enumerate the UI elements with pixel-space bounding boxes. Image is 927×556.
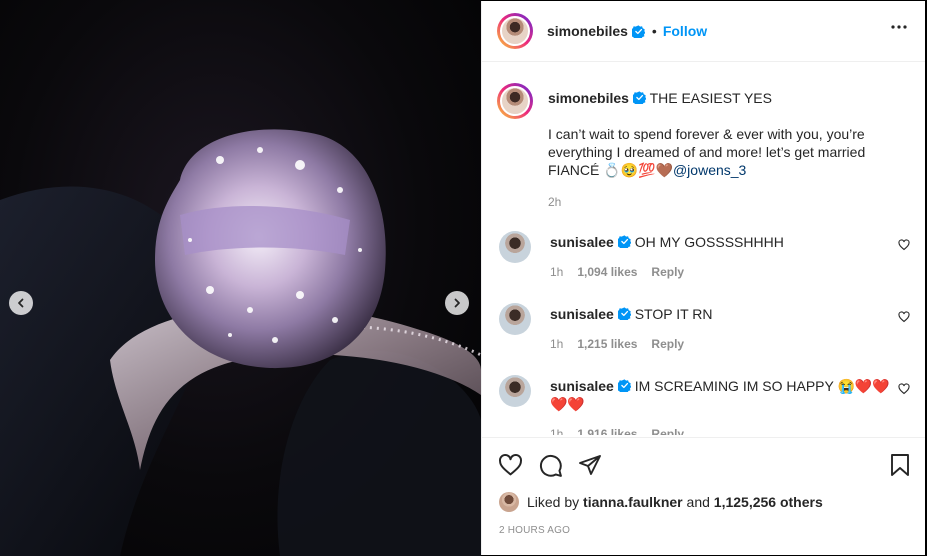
comment-username[interactable]: sunisalee — [550, 378, 614, 394]
comment-likes[interactable]: 1,094 likes — [577, 263, 637, 281]
previous-photo-button[interactable] — [9, 291, 33, 315]
reply-button[interactable]: Reply — [651, 425, 684, 435]
bookmark-icon[interactable] — [889, 453, 911, 477]
caption-username[interactable]: simonebiles — [548, 90, 629, 106]
verified-icon — [617, 307, 631, 320]
comment-likes[interactable]: 1,916 likes — [577, 425, 637, 435]
post-header: simonebiles • Follow — [482, 1, 925, 62]
caption-headline: THE EASIEST YES — [649, 90, 772, 106]
post-actions: Liked by tianna.faulkner and 1,125,256 o… — [482, 437, 925, 555]
liker-avatar[interactable] — [499, 492, 519, 512]
comment-item: sunisalee IM SCREAMING IM SO HAPPY 😭❤️❤️… — [497, 373, 912, 435]
author-username[interactable]: simonebiles — [547, 23, 628, 39]
next-photo-button[interactable] — [445, 291, 469, 315]
comment-time[interactable]: 1h — [550, 263, 563, 281]
author-avatar[interactable] — [497, 13, 533, 49]
post-timestamp[interactable]: 2 HOURS AGO — [499, 525, 570, 536]
ring-photo — [0, 129, 481, 556]
caption-time[interactable]: 2h — [548, 193, 561, 211]
follow-button[interactable]: Follow — [663, 23, 707, 39]
liked-by-and: and — [686, 494, 710, 510]
verified-icon — [617, 379, 631, 392]
commenter-avatar[interactable] — [499, 303, 531, 335]
comment-item: sunisalee STOP IT RN 1h 1,215 likes Repl… — [497, 301, 912, 353]
comment-username[interactable]: sunisalee — [550, 306, 614, 322]
commenter-avatar[interactable] — [499, 375, 531, 407]
post-side-panel: simonebiles • Follow simonebiles THE EAS… — [481, 1, 925, 555]
comment-item: sunisalee OH MY GOSSSSHHHH 1h 1,094 like… — [497, 229, 912, 281]
share-icon[interactable] — [578, 453, 602, 477]
comment-icon[interactable] — [538, 453, 563, 478]
heart-icon[interactable] — [898, 239, 910, 251]
header-separator: • — [651, 23, 657, 39]
comment-likes[interactable]: 1,215 likes — [577, 335, 637, 353]
heart-icon[interactable] — [898, 383, 910, 395]
heart-icon[interactable] — [898, 311, 910, 323]
reply-button[interactable]: Reply — [651, 335, 684, 353]
comment-text: OH MY GOSSSSHHHH — [634, 234, 784, 250]
chevron-left-icon — [18, 298, 24, 308]
caption-mention[interactable]: @jowens_3 — [673, 162, 746, 178]
commenter-avatar[interactable] — [499, 231, 531, 263]
comment-text: STOP IT RN — [634, 306, 713, 322]
comment-time[interactable]: 1h — [550, 425, 563, 435]
likes-count[interactable]: 1,125,256 others — [714, 494, 823, 510]
verified-icon — [617, 235, 631, 248]
comments-list[interactable]: simonebiles THE EASIEST YES I can’t wait… — [482, 63, 925, 435]
heart-icon[interactable] — [498, 453, 523, 478]
caption: simonebiles THE EASIEST YES I can’t wait… — [497, 83, 912, 211]
post-photo[interactable] — [0, 0, 481, 556]
verified-icon — [632, 91, 646, 104]
comment-time[interactable]: 1h — [550, 335, 563, 353]
more-icon[interactable] — [891, 25, 907, 29]
verified-icon — [631, 24, 645, 38]
chevron-right-icon — [454, 298, 460, 308]
comment-username[interactable]: sunisalee — [550, 234, 614, 250]
liked-by-user[interactable]: tianna.faulkner — [583, 494, 683, 510]
reply-button[interactable]: Reply — [651, 263, 684, 281]
liked-by: Liked by tianna.faulkner and 1,125,256 o… — [499, 492, 823, 512]
caption-avatar[interactable] — [497, 83, 533, 119]
liked-by-prefix: Liked by — [527, 494, 580, 510]
